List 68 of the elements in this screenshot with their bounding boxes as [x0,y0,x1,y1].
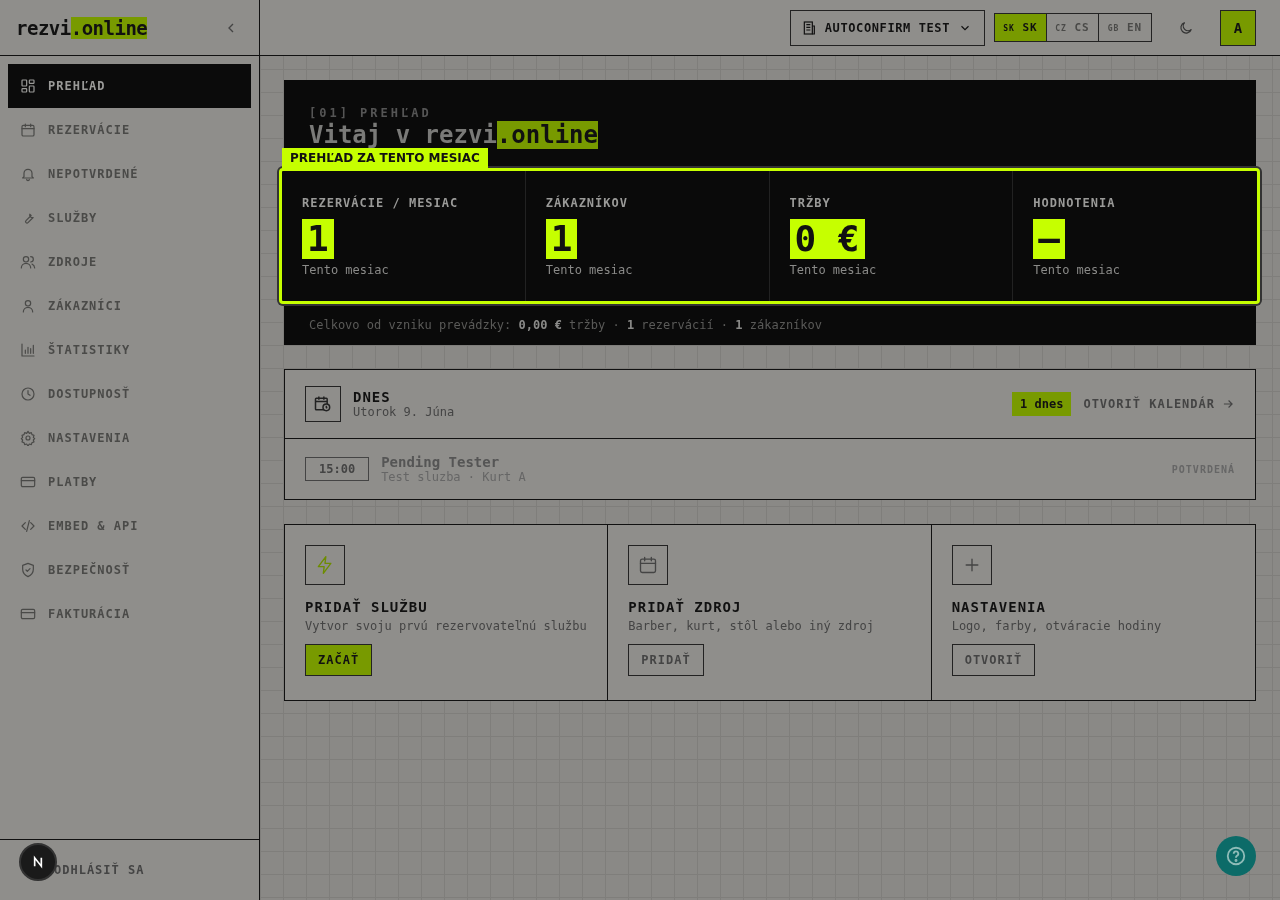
booking-name: Pending Tester [381,454,501,470]
question-icon [1225,845,1247,867]
action-description: Barber, kurt, stôl alebo iný zdroj [628,619,875,633]
stat-caption: Tento mesiac [302,263,390,277]
stat-value: 1 [545,219,578,259]
stat-caption: Tento mesiac [789,263,878,277]
action-title: PRIDAŤ SLUŽBU [305,599,429,615]
today-date: Utorok 9. Júna [353,405,456,419]
stat-label: REZERVÁCIE / MESIAC [302,196,460,210]
sidebar-item[interactable]: SLUŽBY [8,196,251,240]
logout-link[interactable]: ODHLÁSIŤ SA [54,863,145,877]
stat-value: — [1033,219,1065,259]
shield-icon [20,562,36,578]
stat-value: 0 € [789,219,865,259]
sidebar-item[interactable]: PREHĽAD [8,64,251,108]
calendar-clock-icon [305,386,341,422]
sidebar-item[interactable]: REZERVÁCIE [8,108,251,152]
grid-icon [20,78,36,94]
action-button[interactable]: ZAČAŤ [305,644,373,676]
lightning-icon [305,545,345,585]
action-title: PRIDAŤ ZDROJ [628,599,743,615]
sidebar-item[interactable]: FAKTURÁCIA [8,592,251,636]
today-title: DNES [353,389,392,405]
code-icon [20,518,36,534]
sidebar-item[interactable]: EMBED & API [8,504,251,548]
stat-value: 1 [302,219,334,259]
bell-icon [20,166,36,182]
settings-icon [20,430,36,446]
open-calendar-link[interactable]: OTVORIŤ KALENDÁR [1083,397,1235,411]
sidebar-item[interactable]: ZDROJE [8,240,251,284]
section-eyebrow: [01] PREHĽAD [308,106,433,120]
stat-label: ZÁKAZNÍKOV [545,196,629,210]
sidebar-item[interactable]: ZÁKAZNÍCI [8,284,251,328]
sidebar-item[interactable]: ŠTATISTIKY [8,328,251,372]
card-icon [20,606,36,622]
action-button[interactable]: OTVORIŤ [951,644,1036,676]
users-icon [20,254,36,270]
workspace-dropdown[interactable]: AUTOCONFIRM TEST [789,9,985,46]
welcome-title: Vitaj v rezvi.online [309,122,599,148]
totals-text: Celkovo od vzniku prevádzky: 0,00 € tržby · 1 rezervácií · 1 zákazníkov [308,318,823,332]
sidebar-item[interactable]: BEZPEČNOSŤ [8,548,251,592]
stat-caption: Tento mesiac [545,263,634,277]
action-button[interactable]: PRIDAŤ [628,644,704,676]
stat-label: HODNOTENIA [1033,196,1117,210]
count-badge: 1 dnes [1012,392,1072,416]
time-badge: 15:00 [305,457,370,481]
stat-label: TRŽBY [789,196,832,210]
action-description: Logo, farby, otváracie hodiny [951,619,1163,633]
stat-caption: Tento mesiac [1033,263,1121,277]
action-title: NASTAVENIA [951,599,1047,615]
action-description: Vytvor svoju prvú rezervovateľnú službu [305,619,588,633]
tour-label: PREHĽAD ZA TENTO MESIAC [282,148,488,169]
moon-icon[interactable] [1178,19,1194,36]
language-button[interactable]: GB EN [1099,14,1151,41]
calendar-icon [20,122,36,138]
bar-chart-icon [20,342,36,358]
calendar-icon [628,545,669,585]
language-button[interactable]: SK SK [995,14,1047,41]
user-icon [20,298,36,314]
language-button[interactable]: CZ CS [1047,14,1099,41]
card-icon [20,474,36,490]
plus-icon [951,545,992,585]
avatar-button[interactable]: A [1220,9,1256,46]
sidebar-item[interactable]: DOSTUPNOSŤ [8,372,251,416]
sidebar-item[interactable]: NASTAVENIA [8,416,251,460]
clock-icon [20,386,36,402]
sidebar-item[interactable]: PLATBY [8,460,251,504]
sidebar-item[interactable]: NEPOTVRDENÉ [8,152,251,196]
